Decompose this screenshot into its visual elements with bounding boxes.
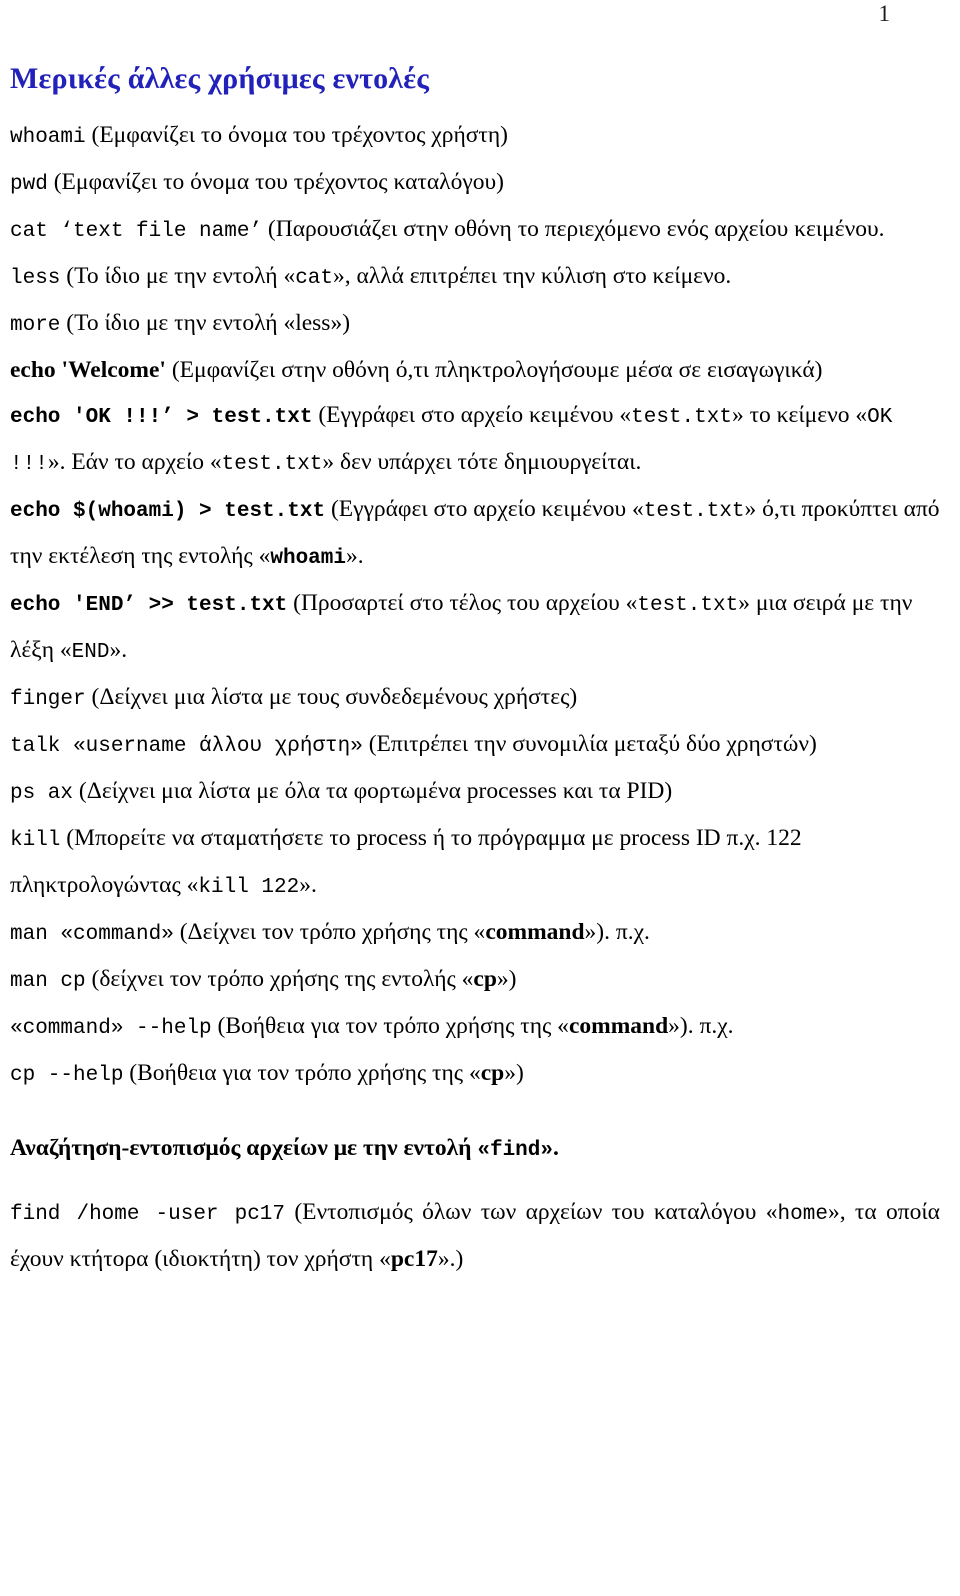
desc-less-b: », αλλά επιτρέπει την κύλιση στο κείμενο… [333, 262, 732, 289]
desc-ps-ax: (Δείχνει μια λίστα με όλα τα φορτωμένα p… [78, 777, 673, 804]
file-test-txt-4: test.txt [637, 593, 739, 617]
desc-man-cp-a: (δείχνει τον τρόπο χρήσης της εντολής « [91, 965, 474, 992]
command-whoami: whoami [10, 125, 86, 149]
document-page: 1 Μερικές άλλες χρήσιμες εντολές whoami … [0, 0, 960, 1596]
inline-command-whoami: whoami [270, 546, 346, 570]
desc-pwd: (Εμφανίζει το όνομα του τρέχοντος καταλό… [53, 168, 504, 195]
desc-echo-end-c: ». [109, 636, 128, 663]
desc-echo-whoami-c: ». [345, 542, 364, 569]
term-command-1: command [485, 918, 585, 945]
term-cp-1: cp [473, 965, 497, 992]
desc-cat: (Παρουσιάζει στην οθόνη το περιεχόμενο ε… [267, 215, 885, 242]
command-less: less [10, 266, 61, 290]
entry-command-help: «command» --help (Βοήθεια για τον τρόπο … [10, 1004, 940, 1051]
file-test-txt-1: test.txt [631, 405, 732, 429]
user-pc17: pc17 [390, 1245, 438, 1272]
inline-command-kill-122: kill 122 [198, 875, 300, 899]
entry-kill: kill (Μπορείτε να σταματήσετε το process… [10, 816, 940, 910]
desc-more: (Το ίδιο με την εντολή «less») [66, 309, 351, 336]
desc-cp-help-a: (Βοήθεια για τον τρόπο χρήσης της « [129, 1059, 481, 1086]
command-talk: talk «username άλλου χρήστη» [10, 734, 363, 758]
page-title: Μερικές άλλες χρήσιμες εντολές [10, 62, 430, 95]
term-cp-2: cp [480, 1059, 505, 1086]
desc-whoami: (Εμφανίζει το όνομα του τρέχοντος χρήστη… [91, 121, 508, 148]
term-command-2: command [568, 1012, 669, 1039]
dir-home: home [777, 1202, 828, 1226]
desc-command-help-a: (Βοήθεια για τον τρόπο χρήσης της « [217, 1012, 569, 1039]
entry-echo-whoami: echo $(whoami) > test.txt (Εγγράφει στο … [10, 487, 940, 581]
command-more: more [10, 313, 61, 337]
desc-echo-ok-b: » το κείμενο « [731, 401, 868, 428]
desc-echo-ok-c: ». Εάν το αρχείο « [47, 448, 222, 475]
command-find: find /home -user pc17 [10, 1202, 285, 1226]
desc-command-help-b: »). π.χ. [668, 1012, 734, 1039]
desc-kill-a: (Μπορείτε να σταματήσετε το process ή το… [10, 824, 802, 898]
find-heading-command: «find» [477, 1138, 553, 1162]
entry-whoami: whoami (Εμφανίζει το όνομα του τρέχοντος… [10, 113, 940, 160]
desc-echo-end-a: (Προσαρτεί στο τέλος του αρχείου « [293, 589, 638, 616]
desc-cp-help-b: ») [504, 1059, 524, 1086]
desc-man-command-a: (Δείχνει τον τρόπο χρήσης της « [179, 918, 486, 945]
literal-end: END [71, 640, 110, 664]
entry-finger: finger (Δείχνει μια λίστα με τους συνδεδ… [10, 675, 940, 722]
command-echo-welcome: echo 'Welcome' [10, 356, 166, 383]
entry-more: more (Το ίδιο με την εντολή «less») [10, 301, 940, 348]
desc-find-c: ».) [437, 1245, 464, 1272]
desc-find-a: (Εντοπισμός όλων των αρχείων του καταλόγ… [294, 1198, 778, 1225]
file-test-txt-2: test.txt [221, 452, 323, 476]
entry-echo-welcome: echo 'Welcome' (Εμφανίζει στην οθόνη ό,τ… [10, 348, 940, 393]
command-command-help: «command» --help [10, 1016, 212, 1040]
file-test-txt-3: test.txt [643, 499, 745, 523]
command-ps-ax: ps ax [10, 781, 74, 805]
desc-echo-ok-d: » δεν υπάρχει τότε δημιουργείται. [322, 448, 642, 475]
desc-echo-ok-a: (Εγγράφει στο αρχείο κειμένου « [318, 401, 632, 428]
find-heading-end: . [553, 1134, 559, 1161]
desc-man-command-b: »). π.χ. [584, 918, 650, 945]
entry-cat: cat ‘text file name’ (Παρουσιάζει στην ο… [10, 207, 940, 254]
entry-pwd: pwd (Εμφανίζει το όνομα του τρέχοντος κα… [10, 160, 940, 207]
desc-less-a: (Το ίδιο με την εντολή « [66, 262, 296, 289]
desc-echo-whoami-a: (Εγγράφει στο αρχείο κειμένου « [330, 495, 644, 522]
command-finger: finger [10, 687, 86, 711]
desc-man-cp-b: ») [496, 965, 517, 992]
command-kill: kill [10, 828, 61, 852]
command-pwd: pwd [10, 172, 48, 196]
desc-kill-b: ». [299, 871, 317, 898]
command-cat: cat ‘text file name’ [10, 219, 263, 243]
command-man-cp: man cp [10, 969, 86, 993]
find-heading-text: Αναζήτηση-εντοπισμός αρχείων με την εντο… [10, 1134, 478, 1161]
entry-talk: talk «username άλλου χρήστη» (Επιτρέπει … [10, 722, 940, 769]
find-section-heading: Αναζήτηση-εντοπισμός αρχείων με την εντο… [10, 1126, 940, 1173]
entry-man-command: man «command» (Δείχνει τον τρόπο χρήσης … [10, 910, 940, 957]
entry-ps-ax: ps ax (Δείχνει μια λίστα με όλα τα φορτω… [10, 769, 940, 816]
command-man-command: man «command» [10, 922, 174, 946]
entry-echo-end: echo 'END’ >> test.txt (Προσαρτεί στο τέ… [10, 581, 940, 675]
page-number: 1 [878, 1, 891, 26]
entry-find: find /home -user pc17 (Εντοπισμός όλων τ… [10, 1190, 940, 1282]
inline-command-cat: cat [295, 266, 334, 290]
entry-less: less (Το ίδιο με την εντολή «cat», αλλά … [10, 254, 940, 301]
entry-cp-help: cp --help (Βοήθεια για τον τρόπο χρήσης … [10, 1051, 940, 1098]
document-content: Μερικές άλλες χρήσιμες εντολές whoami (Ε… [10, 62, 940, 1282]
command-echo-end: echo 'END’ >> test.txt [10, 593, 288, 617]
desc-echo-welcome: (Εμφανίζει στην οθόνη ό,τι πληκτρολογήσο… [171, 356, 823, 383]
desc-finger: (Δείχνει μια λίστα με τους συνδεδεμένους… [91, 683, 578, 710]
entry-man-cp: man cp (δείχνει τον τρόπο χρήσης της εντ… [10, 957, 940, 1004]
entry-echo-ok: echo 'OK !!!’ > test.txt (Εγγράφει στο α… [10, 393, 940, 487]
command-echo-ok: echo 'OK !!!’ > test.txt [10, 405, 313, 429]
command-echo-whoami: echo $(whoami) > test.txt [10, 499, 326, 523]
desc-talk: (Επιτρέπει την συνομιλία μεταξύ δύο χρησ… [368, 730, 817, 757]
command-cp-help: cp --help [10, 1063, 124, 1087]
